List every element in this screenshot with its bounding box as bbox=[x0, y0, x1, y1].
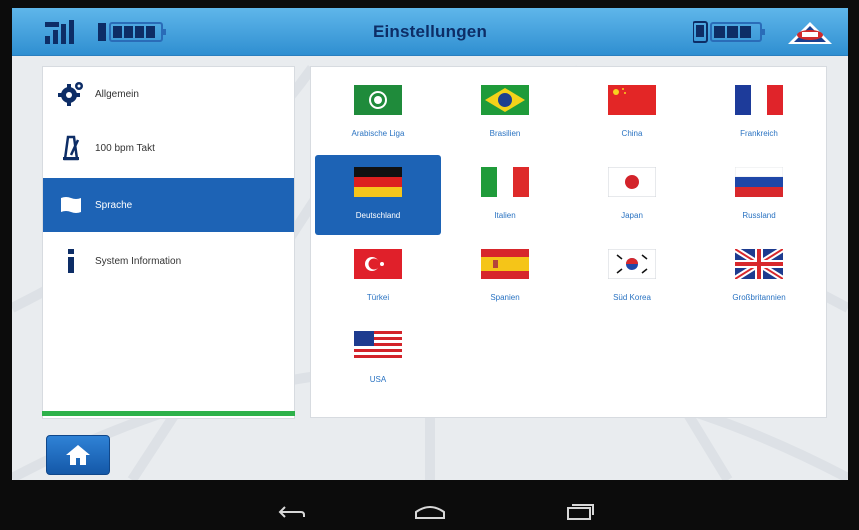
language-label: Brasilien bbox=[489, 129, 521, 138]
language-option-south-korea[interactable]: Süd Korea bbox=[569, 237, 695, 317]
language-label: Großbritannien bbox=[732, 293, 786, 302]
language-option-spain[interactable]: Spanien bbox=[442, 237, 568, 317]
language-option-germany[interactable]: Deutschland bbox=[315, 155, 441, 235]
gear-icon bbox=[51, 67, 91, 121]
brazil-flag-icon bbox=[481, 85, 529, 115]
russia-flag-icon bbox=[735, 167, 783, 197]
language-label: Spanien bbox=[490, 293, 520, 302]
settings-menu: Allgemein 100 bpm Takt Sprache System In… bbox=[42, 66, 295, 419]
recents-button[interactable] bbox=[560, 498, 600, 526]
language-label: Deutschland bbox=[355, 211, 401, 220]
page-title: Einstellungen bbox=[372, 22, 488, 41]
app-window: Einstellungen Allgemein 100 bpm Takt Spr… bbox=[12, 8, 848, 480]
flag-icon bbox=[51, 178, 91, 232]
language-option-brazil[interactable]: Brasilien bbox=[442, 73, 568, 153]
progress-line bbox=[42, 411, 295, 416]
info-icon bbox=[51, 234, 91, 288]
menu-item-general[interactable]: Allgemein bbox=[43, 67, 294, 121]
language-option-japan[interactable]: Japan bbox=[569, 155, 695, 235]
language-label: Türkei bbox=[366, 293, 390, 302]
language-label: USA bbox=[369, 375, 387, 384]
language-label: Italien bbox=[494, 211, 516, 220]
usa-flag-icon bbox=[354, 331, 402, 361]
language-label: Süd Korea bbox=[613, 293, 651, 302]
menu-item-system-information[interactable]: System Information bbox=[43, 234, 294, 288]
menu-item-label: Allgemein bbox=[95, 88, 139, 100]
language-grid: Arabische Liga Brasilien China Frankreic… bbox=[310, 66, 827, 418]
language-option-usa[interactable]: USA bbox=[315, 319, 441, 399]
menu-item-label: Sprache bbox=[95, 199, 133, 211]
germany-flag-icon bbox=[354, 167, 402, 197]
south-korea-flag-icon bbox=[608, 249, 656, 279]
language-label: Frankreich bbox=[740, 129, 778, 138]
spain-flag-icon bbox=[481, 249, 529, 279]
header-bar: Einstellungen bbox=[12, 8, 848, 56]
arab-league-flag-icon bbox=[354, 85, 402, 115]
menu-item-label: System Information bbox=[95, 255, 182, 267]
turkey-flag-icon bbox=[354, 249, 402, 279]
language-option-italy[interactable]: Italien bbox=[442, 155, 568, 235]
language-label: Arabische Liga bbox=[351, 129, 405, 138]
language-option-turkey[interactable]: Türkei bbox=[315, 237, 441, 317]
back-button[interactable] bbox=[272, 498, 312, 526]
recents-icon bbox=[567, 504, 594, 520]
menu-item-label: 100 bpm Takt bbox=[95, 142, 155, 154]
language-option-arab-league[interactable]: Arabische Liga bbox=[315, 73, 441, 153]
metronome-icon bbox=[51, 121, 91, 175]
language-option-russia[interactable]: Russland bbox=[696, 155, 822, 235]
language-label: China bbox=[621, 129, 643, 138]
language-label: Russland bbox=[742, 211, 776, 220]
language-label: Japan bbox=[621, 211, 643, 220]
language-option-france[interactable]: Frankreich bbox=[696, 73, 822, 153]
language-option-china[interactable]: China bbox=[569, 73, 695, 153]
united-kingdom-flag-icon bbox=[735, 249, 783, 279]
back-icon bbox=[278, 506, 305, 518]
menu-item-metronome[interactable]: 100 bpm Takt bbox=[43, 121, 294, 175]
menu-item-language[interactable]: Sprache bbox=[43, 178, 294, 232]
china-flag-icon bbox=[608, 85, 656, 115]
italy-flag-icon bbox=[481, 167, 529, 197]
device-screen: Einstellungen Allgemein 100 bpm Takt Spr… bbox=[0, 0, 859, 530]
japan-flag-icon bbox=[608, 167, 656, 197]
home-nav-button[interactable] bbox=[410, 498, 450, 526]
france-flag-icon bbox=[735, 85, 783, 115]
language-option-united-kingdom[interactable]: Großbritannien bbox=[696, 237, 822, 317]
home-icon bbox=[66, 445, 90, 465]
home-nav-icon bbox=[415, 506, 445, 519]
home-button[interactable] bbox=[46, 435, 110, 475]
system-navigation-bar bbox=[0, 490, 859, 530]
